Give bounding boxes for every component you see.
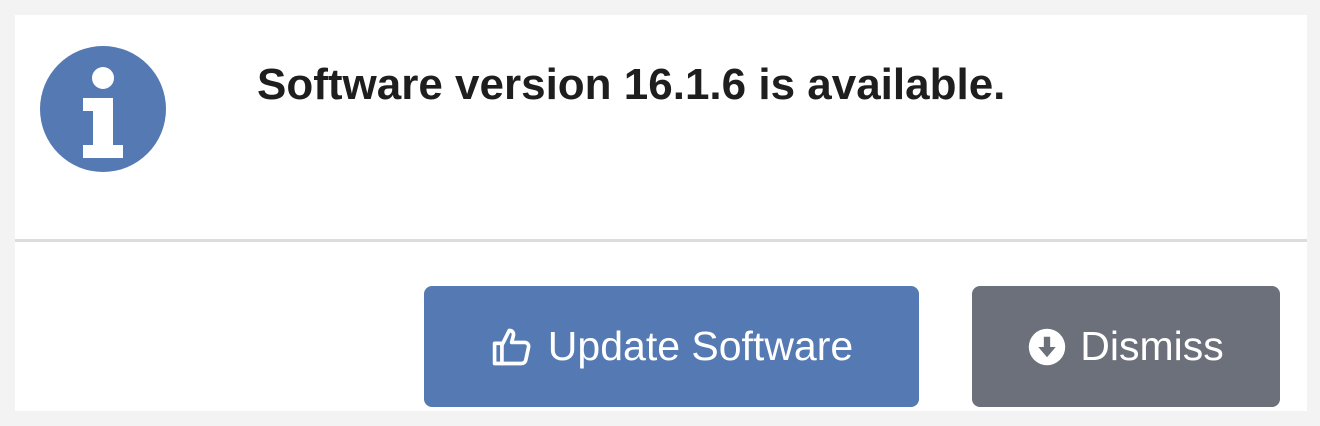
update-notification-dialog: Software version 16.1.6 is available. Up… (15, 15, 1307, 411)
divider (15, 239, 1307, 242)
info-circle-icon (39, 45, 167, 173)
dismiss-label: Dismiss (1080, 323, 1224, 369)
thumbs-up-icon (490, 325, 534, 369)
update-message: Software version 16.1.6 is available. (257, 60, 1006, 109)
dismiss-button[interactable]: Dismiss (972, 286, 1280, 407)
update-software-button[interactable]: Update Software (424, 286, 919, 407)
arrow-circle-down-icon (1028, 328, 1066, 366)
update-software-label: Update Software (547, 323, 854, 369)
